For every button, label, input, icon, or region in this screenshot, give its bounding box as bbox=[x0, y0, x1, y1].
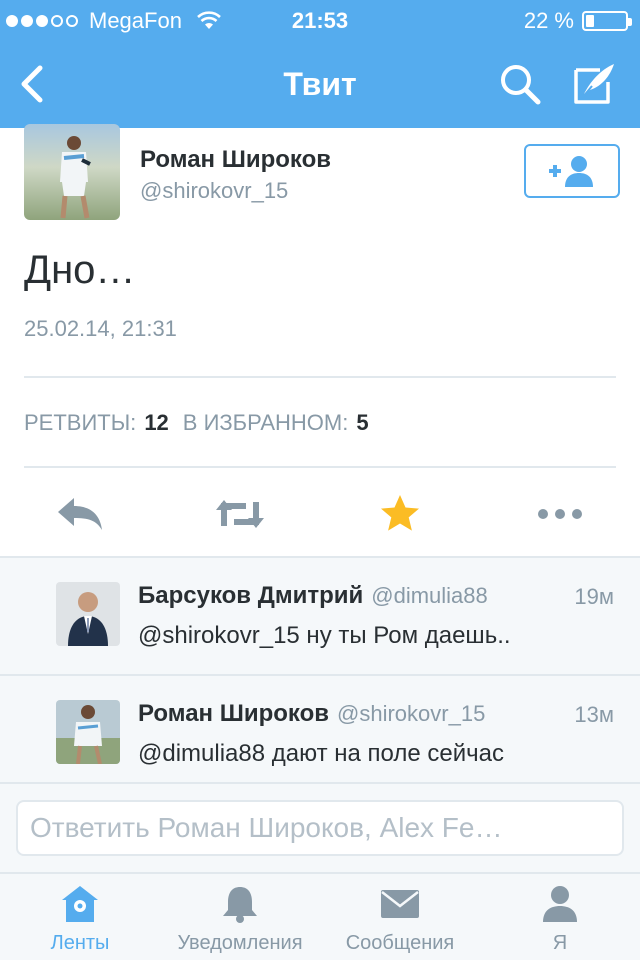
battery-level bbox=[586, 15, 594, 27]
reply-input[interactable]: Ответить Роман Широков, Alex Fe… bbox=[16, 800, 624, 856]
tweet-actions bbox=[0, 488, 640, 540]
avatar[interactable] bbox=[56, 700, 120, 764]
tab-label: Ленты bbox=[50, 932, 110, 954]
tweet-timestamp: 25.02.14, 21:31 bbox=[24, 316, 177, 341]
retweet-icon[interactable] bbox=[214, 492, 266, 536]
status-right: 22 % bbox=[523, 8, 632, 34]
tab-label: Уведомления bbox=[177, 932, 303, 954]
reply-text: @dimulia88 дают на поле сейчас bbox=[138, 740, 504, 767]
battery-icon bbox=[582, 11, 632, 31]
tab-home[interactable]: Ленты bbox=[0, 874, 160, 960]
tweet-stats: РЕТВИТЫ: 12 В ИЗБРАННОМ: 5 bbox=[24, 410, 383, 436]
nav-bar: Твит bbox=[0, 40, 640, 128]
top-bar: MegaFon 21:53 22 % Твит bbox=[0, 0, 640, 128]
retweets-label[interactable]: РЕТВИТЫ: bbox=[24, 410, 136, 436]
avatar[interactable] bbox=[24, 124, 120, 220]
avatar[interactable] bbox=[56, 582, 120, 646]
tab-label: Я bbox=[552, 932, 568, 954]
favorite-icon[interactable] bbox=[374, 492, 426, 536]
profile-icon bbox=[543, 886, 577, 922]
bell-icon bbox=[223, 887, 257, 923]
envelope-icon bbox=[381, 890, 419, 918]
home-icon bbox=[62, 886, 98, 922]
reply-time: 13м bbox=[574, 702, 614, 727]
reply-text: @shirokovr_15 ну ты Ром даешь.. bbox=[138, 622, 511, 649]
add-user-icon bbox=[549, 156, 593, 187]
tweet-detail: Роман Широков @shirokovr_15 Дно… 25.02.1… bbox=[0, 124, 640, 556]
tab-messages[interactable]: Сообщения bbox=[320, 874, 480, 960]
follow-button[interactable] bbox=[524, 144, 620, 198]
tab-label: Сообщения bbox=[345, 932, 455, 954]
reply-time: 19м bbox=[574, 584, 614, 609]
reply-author-name: Роман Широков bbox=[138, 700, 330, 727]
reply-icon[interactable] bbox=[54, 492, 106, 536]
search-icon[interactable] bbox=[496, 60, 544, 108]
status-bar: MegaFon 21:53 22 % bbox=[0, 0, 640, 40]
reply-author-name: Барсуков Дмитрий bbox=[138, 582, 364, 609]
battery-percent: 22 % bbox=[523, 8, 574, 33]
player-photo bbox=[60, 136, 91, 219]
compose-icon[interactable] bbox=[570, 60, 618, 108]
avatar-photo bbox=[56, 582, 120, 646]
favorites-count[interactable]: 5 bbox=[356, 410, 368, 436]
replies-list: Барсуков Дмитрий @dimulia88 19м @shirokov… bbox=[0, 556, 640, 782]
retweets-count[interactable]: 12 bbox=[144, 410, 168, 436]
tab-notifications[interactable]: Уведомления bbox=[160, 874, 320, 960]
author-handle[interactable]: @shirokovr_15 bbox=[140, 178, 288, 204]
tweet-text: Дно… bbox=[24, 248, 136, 292]
favorites-label[interactable]: В ИЗБРАННОМ: bbox=[183, 410, 349, 436]
more-icon[interactable] bbox=[534, 492, 586, 536]
tab-bar: Ленты Уведомления Сообщения Я bbox=[0, 872, 640, 960]
reply-author-handle: @shirokovr_15 bbox=[337, 701, 486, 726]
reply-author[interactable]: Роман Широков @shirokovr_15 bbox=[138, 700, 485, 728]
list-item[interactable]: Роман Широков @shirokovr_15 13м @dimulia8… bbox=[0, 674, 640, 786]
avatar-photo bbox=[56, 700, 120, 764]
reply-bar: Ответить Роман Широков, Alex Fe… bbox=[0, 782, 640, 872]
author-name[interactable]: Роман Широков bbox=[140, 146, 331, 174]
tab-me[interactable]: Я bbox=[480, 874, 640, 960]
reply-author-handle: @dimulia88 bbox=[371, 583, 488, 608]
page-title: Твит bbox=[283, 66, 357, 102]
reply-author[interactable]: Барсуков Дмитрий @dimulia88 bbox=[138, 582, 488, 610]
list-item[interactable]: Барсуков Дмитрий @dimulia88 19м @shirokov… bbox=[0, 558, 640, 670]
divider bbox=[24, 466, 616, 468]
divider bbox=[24, 376, 616, 378]
